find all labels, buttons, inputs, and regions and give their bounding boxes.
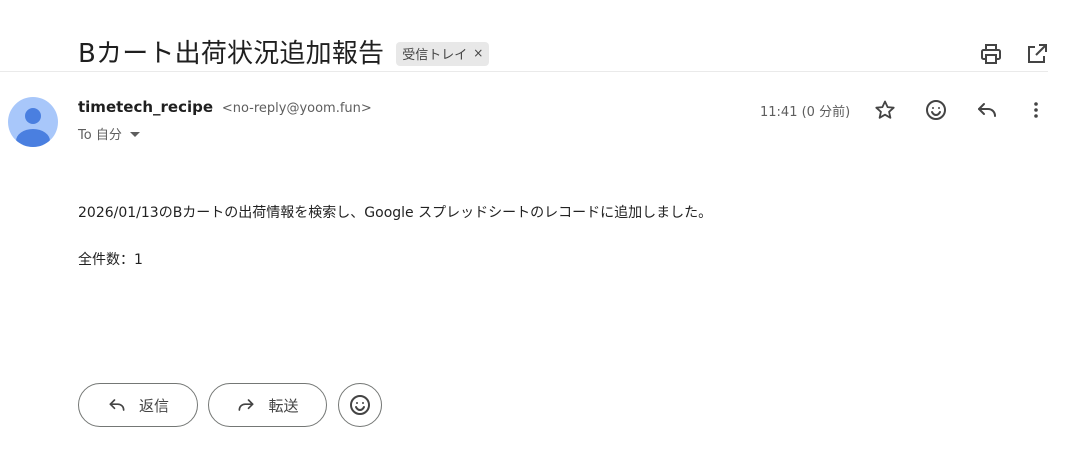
email-time: 11:41 (0 分前) bbox=[760, 105, 851, 120]
reply-icon bbox=[109, 399, 125, 411]
emoji-icon[interactable] bbox=[924, 98, 948, 122]
reply-button[interactable]: 返信 bbox=[78, 383, 198, 427]
email-subject: Bカート出荷状況追加報告 bbox=[78, 39, 385, 69]
reply-button-label: 返信 bbox=[138, 396, 169, 415]
chevron-down-icon bbox=[129, 132, 140, 137]
label-chip-text: 受信トレイ bbox=[402, 47, 468, 63]
recipient-details-toggle[interactable]: To 自分 bbox=[78, 124, 140, 143]
emoji-react-button[interactable] bbox=[338, 383, 382, 427]
star-icon[interactable] bbox=[873, 98, 897, 122]
label-chip-inbox[interactable]: 受信トレイ × bbox=[396, 41, 490, 66]
open-in-new-icon[interactable] bbox=[1025, 42, 1049, 66]
forward-button-label: 転送 bbox=[268, 396, 299, 415]
forward-button[interactable]: 転送 bbox=[208, 383, 327, 427]
header-divider bbox=[0, 71, 1048, 72]
emoji-icon bbox=[350, 395, 370, 415]
avatar[interactable] bbox=[8, 97, 58, 147]
more-vert-icon[interactable] bbox=[1024, 98, 1048, 122]
recipient-text: To 自分 bbox=[78, 128, 122, 143]
sender-email: <no-reply@yoom.fun> bbox=[221, 101, 372, 116]
body-line-1: 2026/01/13のBカートの出荷情報を検索し、Google スプレッドシート… bbox=[78, 205, 713, 221]
sender-name[interactable]: timetech_recipe bbox=[78, 98, 213, 116]
remove-label-button[interactable]: × bbox=[473, 46, 483, 60]
reply-icon[interactable] bbox=[975, 98, 999, 122]
sender-line: timetech_recipe <no-reply@yoom.fun> bbox=[78, 98, 372, 116]
subject-row: Bカート出荷状況追加報告 受信トレイ × bbox=[78, 33, 490, 70]
forward-icon bbox=[238, 399, 254, 411]
body-line-2: 全件数：1 bbox=[78, 252, 143, 268]
print-icon[interactable] bbox=[979, 42, 1003, 66]
